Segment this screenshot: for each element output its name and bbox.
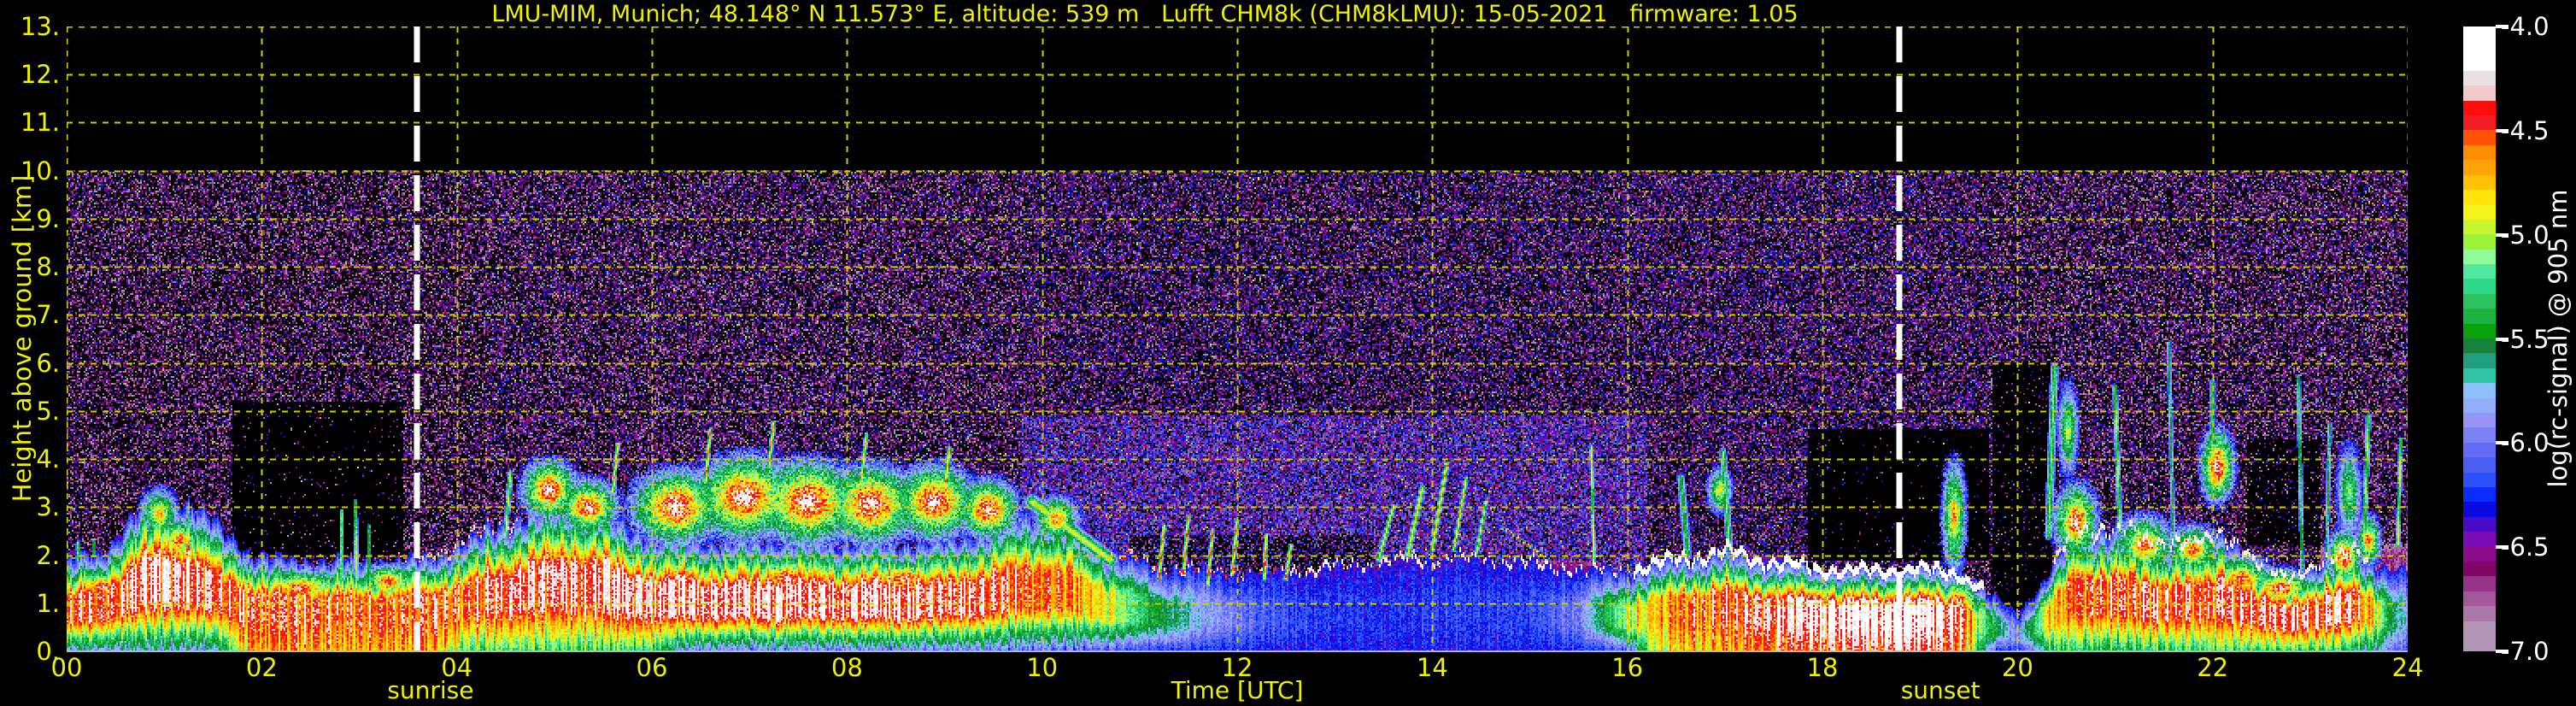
y-tick-label: 4. [36,444,60,474]
x-tick-label: 16 [1611,653,1644,682]
x-tick-label: 06 [636,653,668,682]
y-tick-label: 11. [20,108,60,138]
colorbar-tick-mark [2496,441,2509,445]
colorbar-label: log(rc-signal) @ 905 nm [2544,189,2573,488]
x-tick-label: 08 [830,653,863,682]
ceilometer-quicklook-window: LMU-MIM, Munich; 48.148° N 11.573° E, al… [0,0,2576,706]
colorbar-tick-label: -6.5 [2501,532,2550,562]
x-tick-label: 24 [2391,653,2424,682]
plot-title: LMU-MIM, Munich; 48.148° N 11.573° E, al… [491,1,1799,27]
x-tick-label: 22 [2197,653,2229,682]
backscatter-heatmap [67,26,2408,651]
x-tick-label: 00 [50,653,83,682]
colorbar-tick-mark [2496,650,2509,653]
colorbar-tick-mark [2496,25,2509,28]
x-axis-line [67,650,2408,652]
sunrise-label: sunrise [387,676,474,704]
y-tick-label: 8. [36,252,60,282]
colorbar-tick-mark [2496,337,2509,341]
y-tick-label: 7. [36,300,60,330]
y-tick-label: 3. [36,492,60,522]
y-tick-label: 5. [36,396,60,426]
y-tick-label: 9. [36,203,60,233]
y-tick-label: 10. [20,156,60,185]
x-tick-label: 10 [1026,653,1059,682]
x-tick-label: 14 [1416,653,1448,682]
colorbar-tick-label: -4.5 [2501,115,2550,145]
y-tick-label: 6. [36,348,60,378]
colorbar [2463,26,2496,651]
x-tick-label: 02 [245,653,278,682]
colorbar-tick-label: -7.0 [2501,637,2550,666]
y-tick-label: 12. [20,60,60,90]
colorbar-tick-mark [2496,232,2509,237]
y-tick-label: 1. [36,588,60,618]
y-tick-label: 2. [36,540,60,570]
colorbar-tick-mark [2496,128,2509,132]
y-tick-label: 13. [20,12,60,41]
colorbar-tick-label: -4.0 [2501,12,2550,41]
x-axis-label: Time [UTC] [1171,676,1304,704]
sunset-label: sunset [1900,676,1980,704]
colorbar-tick-mark [2496,545,2509,550]
